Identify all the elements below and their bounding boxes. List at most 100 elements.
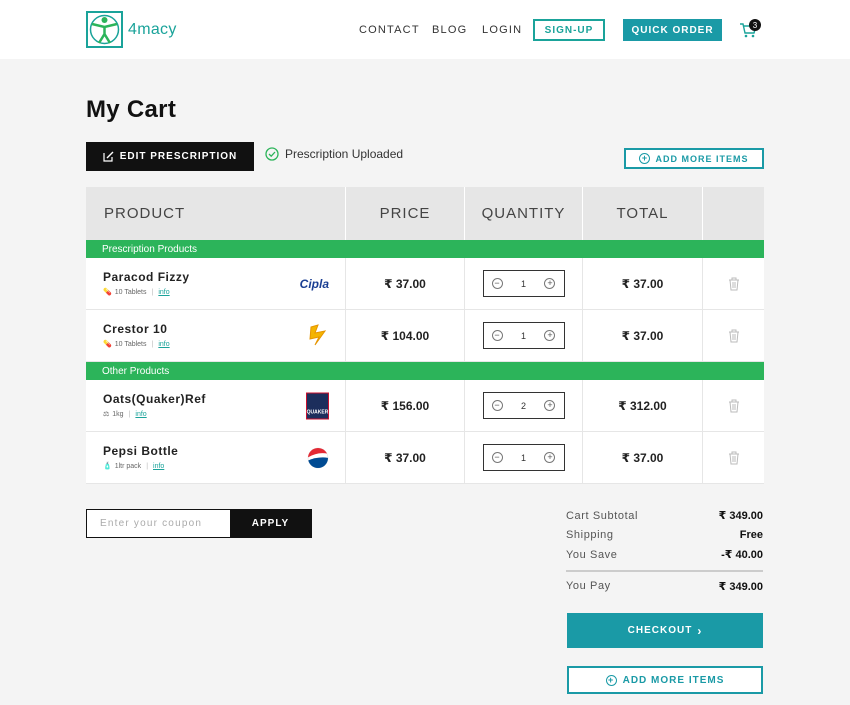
product-pack: 10 Tablets <box>114 340 147 348</box>
savings-value: -₹ 40.00 <box>721 549 763 562</box>
brand-name: QUAKER <box>306 409 329 415</box>
info-link[interactable]: info <box>135 411 146 418</box>
coupon-input[interactable] <box>87 510 230 537</box>
page-title: My Cart <box>86 96 177 123</box>
decrease-button[interactable]: − <box>491 400 503 411</box>
increase-button[interactable]: + <box>544 278 556 289</box>
subtotal-label: Cart Subtotal <box>566 509 639 522</box>
checkout-label: CHECKOUT <box>627 625 693 636</box>
quantity-cell: − 1 + <box>465 310 583 361</box>
pill-icon: 💊 <box>103 289 112 296</box>
pay-value: ₹ 349.00 <box>718 580 763 593</box>
decrease-button[interactable]: − <box>491 452 503 463</box>
brand-logo-quaker: QUAKER <box>306 392 329 419</box>
trash-icon[interactable] <box>728 329 740 343</box>
site-header: 4macy CONTACT BLOG LOGIN SIGN-UP QUICK O… <box>0 0 850 59</box>
header-product: PRODUCT <box>86 187 346 240</box>
pay-row: You Pay ₹ 349.00 <box>566 577 763 597</box>
edit-prescription-label: EDIT PRESCRIPTION <box>119 151 238 162</box>
quantity-value[interactable]: 1 <box>521 453 526 463</box>
decrease-button[interactable]: − <box>491 330 503 341</box>
product-cell: Crestor 10 💊 10 Tablets | info <box>86 310 346 361</box>
header-price: PRICE <box>346 187 465 240</box>
section-title: Prescription Products <box>86 240 764 258</box>
trash-icon[interactable] <box>728 451 740 465</box>
brand-logo-astrazeneca-icon <box>307 323 329 348</box>
delete-cell <box>703 310 764 361</box>
edit-prescription-button[interactable]: EDIT PRESCRIPTION <box>86 142 254 171</box>
nav-contact[interactable]: CONTACT <box>359 24 420 36</box>
trash-icon[interactable] <box>728 277 740 291</box>
check-circle-icon <box>265 147 279 161</box>
nav-login[interactable]: LOGIN <box>482 24 522 36</box>
scale-icon: ⚖ <box>103 411 110 418</box>
prescription-status: Prescription Uploaded <box>265 147 403 161</box>
product-pack: 10 Tablets <box>114 288 147 296</box>
quantity-stepper: − 1 + <box>482 270 565 297</box>
brand-logo-cipla: Cipla <box>300 277 329 291</box>
summary-divider <box>566 569 763 572</box>
logo-text: 4macy <box>128 20 177 38</box>
table-header: PRODUCT PRICE QUANTITY TOTAL <box>86 187 764 240</box>
total-cell: ₹ 37.00 <box>583 258 703 309</box>
quantity-stepper: − 1 + <box>482 444 565 471</box>
price-cell: ₹ 156.00 <box>346 380 465 431</box>
subtotal-row: Cart Subtotal ₹ 349.00 <box>566 506 763 526</box>
info-link[interactable]: info <box>158 289 169 296</box>
cart-count-badge: 3 <box>749 19 761 31</box>
checkout-button[interactable]: CHECKOUT › <box>567 613 763 648</box>
quantity-stepper: − 2 + <box>482 392 565 419</box>
plus-circle-icon: + <box>639 153 651 164</box>
signup-button[interactable]: SIGN-UP <box>533 19 605 41</box>
product-name[interactable]: Crestor 10 <box>103 322 170 336</box>
section-title: Other Products <box>86 362 764 380</box>
subtotal-value: ₹ 349.00 <box>718 510 763 523</box>
cart-table: PRODUCT PRICE QUANTITY TOTAL Prescriptio… <box>86 187 764 484</box>
shipping-row: Shipping Free <box>566 526 763 546</box>
product-name[interactable]: Oats(Quaker)Ref <box>103 392 206 406</box>
price-cell: ₹ 37.00 <box>346 432 465 483</box>
quantity-value[interactable]: 2 <box>521 401 526 411</box>
apply-coupon-button[interactable]: APPLY <box>230 510 311 537</box>
quantity-cell: − 1 + <box>465 432 583 483</box>
price-cell: ₹ 37.00 <box>346 258 465 309</box>
quantity-stepper: − 1 + <box>482 322 565 349</box>
increase-button[interactable]: + <box>544 330 556 341</box>
header-quantity: QUANTITY <box>465 187 583 240</box>
product-name[interactable]: Pepsi Bottle <box>103 444 178 458</box>
total-cell: ₹ 37.00 <box>583 310 703 361</box>
delete-cell <box>703 432 764 483</box>
trash-icon[interactable] <box>728 399 740 413</box>
quick-order-button[interactable]: QUICK ORDER <box>623 19 722 41</box>
coupon-form: APPLY <box>86 509 312 538</box>
logo[interactable]: 4macy <box>86 11 177 48</box>
shipping-label: Shipping <box>566 529 614 542</box>
table-row: Pepsi Bottle 🧴 1ltr pack | info ₹ 37.00 … <box>86 432 764 484</box>
decrease-button[interactable]: − <box>491 278 503 289</box>
savings-row: You Save -₹ 40.00 <box>566 545 763 565</box>
delete-cell <box>703 258 764 309</box>
info-link[interactable]: info <box>158 341 169 348</box>
quantity-value[interactable]: 1 <box>521 331 526 341</box>
table-row: Oats(Quaker)Ref ⚖ 1kg | info QUAKER ₹ 15… <box>86 380 764 432</box>
product-pack: 1kg <box>112 410 124 418</box>
add-more-items-button-top[interactable]: + ADD MORE ITEMS <box>624 148 764 169</box>
chevron-right-icon: › <box>697 623 703 638</box>
shipping-value: Free <box>739 529 763 542</box>
add-more-items-label: ADD MORE ITEMS <box>622 674 725 686</box>
edit-icon <box>103 151 114 162</box>
info-link[interactable]: info <box>153 463 164 470</box>
logo-icon <box>86 11 123 48</box>
increase-button[interactable]: + <box>544 400 556 411</box>
nav-blog[interactable]: BLOG <box>432 24 467 36</box>
brand-logo-pepsi-icon <box>307 447 329 469</box>
bottle-icon: 🧴 <box>103 463 112 470</box>
increase-button[interactable]: + <box>544 452 556 463</box>
quantity-value[interactable]: 1 <box>521 279 526 289</box>
table-row: Paracod Fizzy 💊 10 Tablets | info Cipla … <box>86 258 764 310</box>
add-more-items-button-bottom[interactable]: + ADD MORE ITEMS <box>567 666 763 694</box>
total-cell: ₹ 37.00 <box>583 432 703 483</box>
pill-icon: 💊 <box>103 341 112 348</box>
price-cell: ₹ 104.00 <box>346 310 465 361</box>
product-name[interactable]: Paracod Fizzy <box>103 270 190 284</box>
